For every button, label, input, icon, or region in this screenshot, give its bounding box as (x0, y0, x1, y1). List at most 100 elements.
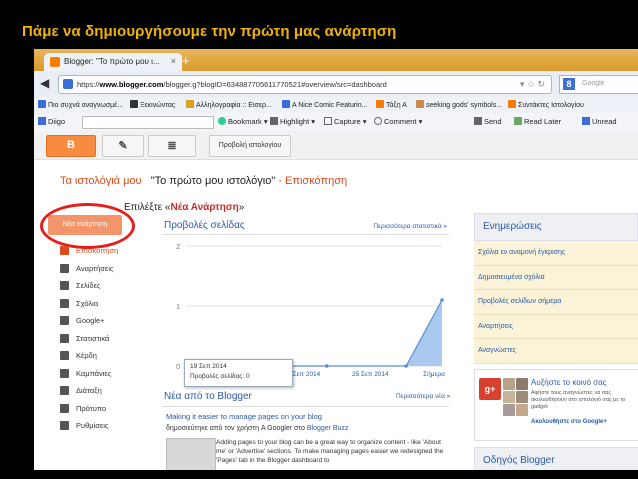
my-blogs-link[interactable]: Τα ιστολόγιά μου (60, 175, 142, 187)
sidebar-item-posts[interactable]: Αναρτήσεις (60, 261, 160, 279)
follow-googleplus-link[interactable]: Ακολουθήστε στο Google+ (531, 419, 607, 425)
updates-item[interactable]: Αναρτήσεις (474, 314, 638, 340)
x-tick-label: 25 Σεπ 2014 (352, 371, 389, 378)
unread-button[interactable]: Unread (582, 117, 617, 126)
bookmark-button[interactable]: Bookmark ▾ (218, 117, 268, 126)
sidebar-item-googleplus[interactable]: Google+ (60, 313, 160, 331)
news-body: Adding pages to your blog can be a great… (216, 439, 444, 464)
avatar (516, 404, 528, 416)
read-later-icon (514, 117, 522, 125)
send-button[interactable]: Send (474, 117, 502, 126)
more-news-link[interactable]: Περισσότερα νέα » (396, 393, 450, 400)
avatar (503, 378, 515, 390)
bookmark-icon (376, 100, 384, 108)
template-icon (60, 403, 69, 413)
comment-button[interactable]: Comment ▾ (374, 117, 422, 126)
bookmark-item[interactable]: Συντάκτες Ιστολογίου (508, 100, 584, 109)
site-identity-icon[interactable] (63, 79, 73, 89)
sidebar-item-stats[interactable]: Στατιστικά (60, 331, 160, 349)
bookmark-item[interactable]: A Nice Comic Featurin... (282, 100, 367, 109)
highlight-icon (270, 117, 278, 125)
slide: Πάμε να δημιουργήσουμε την πρώτη μας ανά… (0, 0, 638, 479)
close-tab-icon[interactable]: × (171, 56, 176, 66)
bookmark-item[interactable]: Τάξη Α (376, 100, 407, 109)
updates-item[interactable]: Προβολές σελίδων σήμερα (474, 290, 638, 315)
bookmark-item[interactable]: Ξεκινώντας (130, 100, 175, 109)
sidebar-item-settings[interactable]: Ρυθμίσεις (60, 418, 160, 436)
earnings-icon (60, 351, 69, 360)
highlight-button[interactable]: Highlight ▾ (270, 117, 315, 126)
updates-panel: Ενημερώσεις Σχόλια εν αναμονή έγκρισης Δ… (474, 213, 638, 364)
google-search-field[interactable]: 8 Google (559, 75, 638, 94)
sidebar-item-earnings[interactable]: Κέρδη (60, 348, 160, 366)
instruction-annotation: Επιλέξτε «Νέα Ανάρτηση» (124, 202, 245, 213)
blogger-buzz-link[interactable]: Blogger Buzz (307, 425, 349, 432)
news-title: Νέα από το Blogger (164, 391, 252, 402)
reload-icon[interactable]: ▾ ☆ ↻ (520, 79, 545, 90)
chart-tooltip: 19 Σεπ 2014 Προβολές σελίδας: 0 (184, 359, 293, 387)
comments-icon (60, 298, 69, 308)
avatar (503, 404, 515, 416)
edit-post-button[interactable]: ✎ (102, 135, 144, 157)
sidebar-item-template[interactable]: Πρότυπο (60, 401, 160, 419)
pages-icon (60, 281, 69, 290)
google-icon: 8 (563, 78, 575, 90)
bookmark-item[interactable]: Αλληλογραφία :: Εισερ... (186, 100, 272, 109)
updates-item[interactable]: Αναγνώστες (474, 339, 638, 364)
sidebar-item-pages[interactable]: Σελίδες (60, 278, 160, 296)
sidebar-item-comments[interactable]: Σχόλια (60, 296, 160, 314)
read-later-button[interactable]: Read Later (514, 117, 561, 126)
sidebar-item-overview[interactable]: Επισκόπηση (60, 243, 160, 261)
pageviews-title: Προβολές σελίδας (164, 220, 245, 231)
address-bar: ◀ https://www.blogger.com/blogger.g?blog… (34, 71, 638, 98)
data-point (440, 298, 444, 302)
blogger-home-button[interactable]: B (46, 135, 96, 157)
slide-title: Πάμε να δημιουργήσουμε την πρώτη μας ανά… (22, 23, 397, 40)
sidebar-item-campaigns[interactable]: Καμπάνιες (60, 366, 160, 384)
overview-icon (60, 246, 69, 255)
layout-icon (60, 386, 69, 395)
list-icon: ≣ (167, 140, 177, 152)
updates-item[interactable]: Δημοσιευμένα σχόλια (474, 265, 638, 291)
bookmark-icon (282, 100, 290, 108)
y-tick-label: 2 (176, 244, 180, 251)
news-byline: δημοσιεύτηκε από τον χρήστη A Googler στ… (166, 425, 349, 432)
blog-breadcrumb: Τα ιστολόγιά μου "Το πρώτο μου ιστολόγιο… (60, 175, 347, 187)
diigo-button[interactable]: Diigo (38, 117, 65, 126)
pageviews-line (186, 299, 443, 367)
bookmark-icon (508, 100, 516, 108)
divider (162, 406, 449, 407)
url-field[interactable]: https://www.blogger.com/blogger.g?blogID… (58, 75, 552, 94)
updates-item[interactable]: Σχόλια εν αναμονή έγκρισης (474, 241, 638, 266)
bookmark-icon (218, 117, 226, 125)
browser-tab[interactable]: Blogger: "Το πρώτο μου ι... × (44, 53, 182, 71)
diigo-search-input[interactable] (82, 116, 214, 129)
y-tick-label: 1 (176, 304, 180, 311)
data-point (325, 364, 329, 368)
view-blog-button[interactable]: Προβολή ιστολογίου (209, 135, 291, 157)
updates-header: Ενημερώσεις (474, 213, 638, 241)
bookmark-item[interactable]: seeking gods' symbols... (416, 100, 502, 109)
bookmark-icon (186, 100, 194, 108)
x-tick-label: Σήμερα (423, 371, 445, 378)
posts-list-button[interactable]: ≣ (148, 135, 196, 157)
new-tab-button[interactable]: + (182, 53, 190, 68)
capture-icon (324, 117, 332, 125)
search-placeholder: Google (582, 80, 605, 87)
news-article-link[interactable]: Making it easier to manage pages on your… (166, 412, 322, 421)
more-stats-link[interactable]: Περισσότερα στατιστικά » (373, 223, 447, 230)
back-arrow-icon[interactable]: ◀ (40, 76, 49, 90)
campaigns-icon (60, 368, 69, 378)
bookmark-item[interactable]: Πιο συχνά αναγνωσμέ... (38, 100, 123, 109)
capture-button[interactable]: Capture ▾ (324, 117, 367, 126)
promo-body: Αφήστε τους αναγνώστες να σας ακολουθήσο… (531, 390, 626, 410)
bookmark-icon (130, 100, 138, 108)
url-text: https://www.blogger.com/blogger.g?blogID… (77, 80, 387, 89)
unread-icon (582, 117, 590, 125)
divider (162, 234, 449, 235)
blogger-logo-icon: B (67, 139, 75, 151)
sidebar-item-layout[interactable]: Διάταξη (60, 383, 160, 401)
promo-title: Αυξήστε το κοινό σας (531, 378, 607, 387)
follower-avatars (503, 378, 529, 416)
bookmark-icon (38, 100, 46, 108)
